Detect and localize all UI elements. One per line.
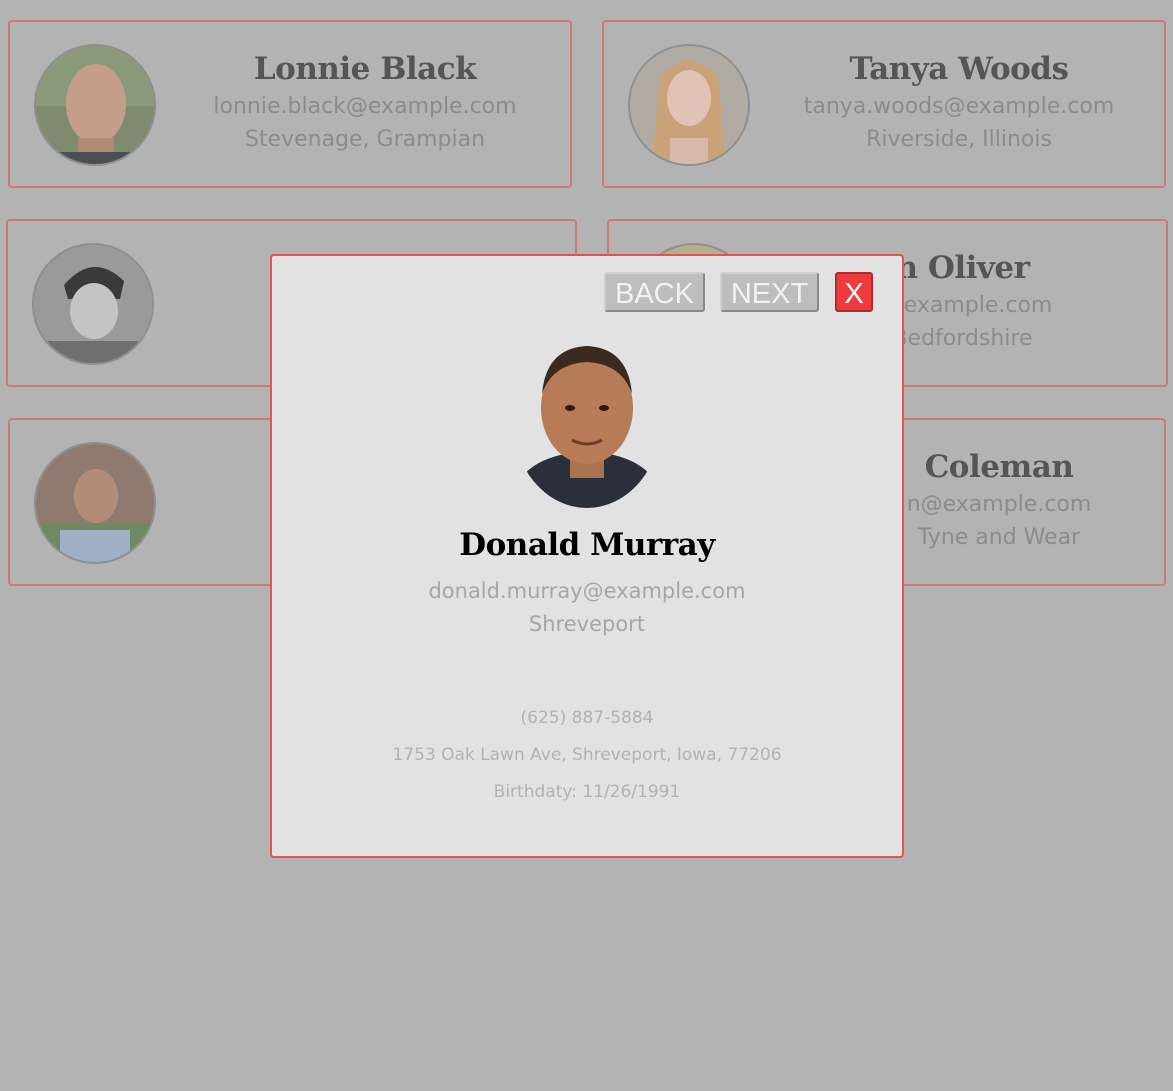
modal-email: donald.murray@example.com xyxy=(428,579,746,603)
close-button[interactable]: X xyxy=(835,272,873,312)
card-email: lonnie.black@example.com xyxy=(213,94,517,119)
back-button[interactable]: BACK xyxy=(604,272,705,312)
card-email: tanya.woods@example.com xyxy=(803,94,1115,119)
card-name: Tanya Woods xyxy=(849,51,1069,87)
modal-address: 1753 Oak Lawn Ave, Shreveport, Iowa, 772… xyxy=(392,745,782,765)
employee-modal: BACK NEXT X Donald Murray donald.murray@… xyxy=(270,254,904,858)
modal-city: Shreveport xyxy=(528,612,646,636)
card-name: Lonnie Black xyxy=(253,51,477,87)
avatar xyxy=(34,442,156,564)
modal-birthday: Birthdaty: 11/26/1991 xyxy=(493,782,681,802)
card-location: Riverside, Illinois xyxy=(866,127,1052,152)
employee-card[interactable]: Lonnie Black lonnie.black@example.com St… xyxy=(8,20,572,188)
next-button[interactable]: NEXT xyxy=(720,272,819,312)
avatar xyxy=(32,243,154,365)
avatar xyxy=(512,328,662,508)
avatar xyxy=(628,44,750,166)
modal-phone: (625) 887-5884 xyxy=(520,708,654,728)
modal-name: Donald Murray xyxy=(459,527,715,563)
employee-card[interactable]: Tanya Woods tanya.woods@example.com Rive… xyxy=(602,20,1166,188)
card-location: Stevenage, Grampian xyxy=(244,127,486,152)
avatar xyxy=(34,44,156,166)
